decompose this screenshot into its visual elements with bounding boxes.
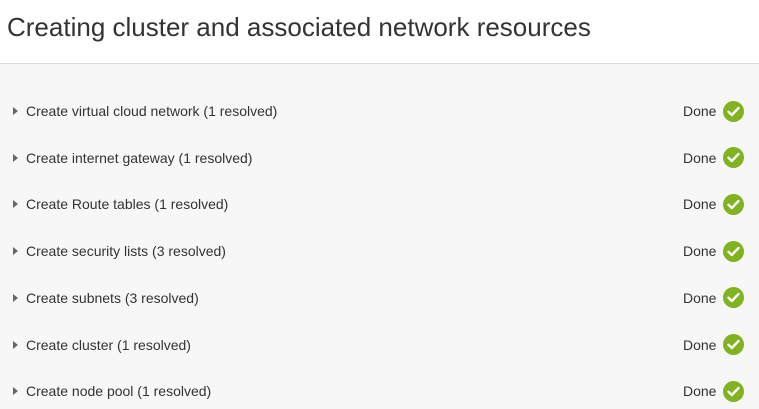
step-row[interactable]: Create cluster (1 resolved) Done <box>0 330 759 360</box>
expand-caret-icon[interactable] <box>13 200 18 209</box>
expand-caret-icon[interactable] <box>13 153 18 162</box>
page-header: Creating cluster and associated network … <box>0 0 759 64</box>
step-row[interactable]: Create internet gateway (1 resolved) Done <box>0 143 759 173</box>
step-row[interactable]: Create security lists (3 resolved) Done <box>0 236 759 266</box>
step-status: Done <box>683 103 717 119</box>
expand-caret-icon[interactable] <box>13 293 18 302</box>
step-row[interactable]: Create subnets (3 resolved) Done <box>0 283 759 313</box>
page-title: Creating cluster and associated network … <box>7 12 591 42</box>
step-status: Done <box>683 289 717 306</box>
check-circle-icon <box>723 240 744 262</box>
step-label[interactable]: Create subnets (3 resolved) <box>26 290 199 306</box>
step-row[interactable]: Create node pool (1 resolved) Done <box>0 376 759 406</box>
step-label[interactable]: Create security lists (3 resolved) <box>26 243 226 259</box>
expand-caret-icon[interactable] <box>13 247 18 256</box>
check-circle-icon <box>723 193 744 215</box>
step-row[interactable]: Create virtual cloud network (1 resolved… <box>0 96 759 126</box>
expand-caret-icon[interactable] <box>13 387 18 396</box>
step-status: Done <box>683 149 717 166</box>
check-circle-icon <box>723 287 744 309</box>
check-circle-icon <box>723 147 744 169</box>
expand-caret-icon[interactable] <box>13 340 18 349</box>
step-label[interactable]: Create Route tables (1 resolved) <box>26 196 228 212</box>
step-label[interactable]: Create cluster (1 resolved) <box>26 337 191 353</box>
check-circle-icon <box>723 100 744 122</box>
expand-caret-icon[interactable] <box>13 107 18 115</box>
step-label[interactable]: Create virtual cloud network (1 resolved… <box>26 103 277 119</box>
step-status: Done <box>683 196 717 213</box>
step-label[interactable]: Create node pool (1 resolved) <box>26 383 211 399</box>
step-status: Done <box>683 336 717 353</box>
check-circle-icon <box>723 380 744 402</box>
check-circle-icon <box>723 334 744 355</box>
step-label[interactable]: Create internet gateway (1 resolved) <box>26 150 252 166</box>
step-status: Done <box>683 243 717 260</box>
step-row[interactable]: Create Route tables (1 resolved) Done <box>0 189 759 219</box>
step-status: Done <box>683 383 717 400</box>
